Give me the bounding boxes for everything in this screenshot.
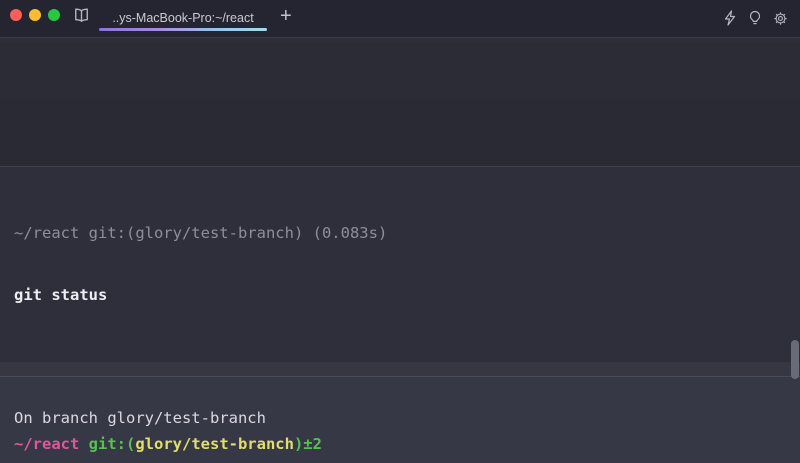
lightning-icon bbox=[723, 10, 737, 26]
tips-button[interactable] bbox=[748, 10, 762, 26]
window-controls bbox=[10, 9, 60, 21]
prompt-meta-line: ~/react git:(glory/test-branch) (0.083s) bbox=[14, 223, 786, 244]
gear-icon bbox=[773, 11, 788, 26]
tab-title: ..ys-MacBook-Pro:~/react bbox=[112, 11, 253, 25]
open-book-icon bbox=[73, 8, 90, 23]
new-tab-button[interactable]: + bbox=[280, 6, 292, 26]
titlebar: ..ys-MacBook-Pro:~/react + bbox=[0, 0, 800, 38]
terminal-content: ~/react git:(glory/test-branch) (0.083s)… bbox=[0, 38, 800, 463]
close-button[interactable] bbox=[10, 9, 22, 21]
settings-button[interactable] bbox=[773, 11, 788, 26]
output-line: On branch glory/test-branch bbox=[14, 408, 786, 429]
zoom-button[interactable] bbox=[48, 9, 60, 21]
completed-command-block: ~/react git:(glory/test-branch) (0.083s)… bbox=[0, 166, 800, 377]
cleared-scrollback-area bbox=[0, 38, 800, 166]
minimize-button[interactable] bbox=[29, 9, 41, 21]
terminal-tab[interactable]: ..ys-MacBook-Pro:~/react bbox=[99, 7, 267, 28]
bookmarks-button[interactable] bbox=[73, 8, 90, 23]
scrollbar-thumb[interactable] bbox=[791, 340, 799, 379]
workflows-button[interactable] bbox=[723, 10, 737, 26]
titlebar-actions bbox=[723, 10, 788, 26]
lightbulb-icon bbox=[748, 10, 762, 26]
terminal-window: ..ys-MacBook-Pro:~/react + bbox=[0, 0, 800, 463]
block-separator bbox=[0, 362, 800, 377]
command-line: git status bbox=[14, 285, 786, 306]
tab-active-indicator bbox=[99, 28, 267, 31]
